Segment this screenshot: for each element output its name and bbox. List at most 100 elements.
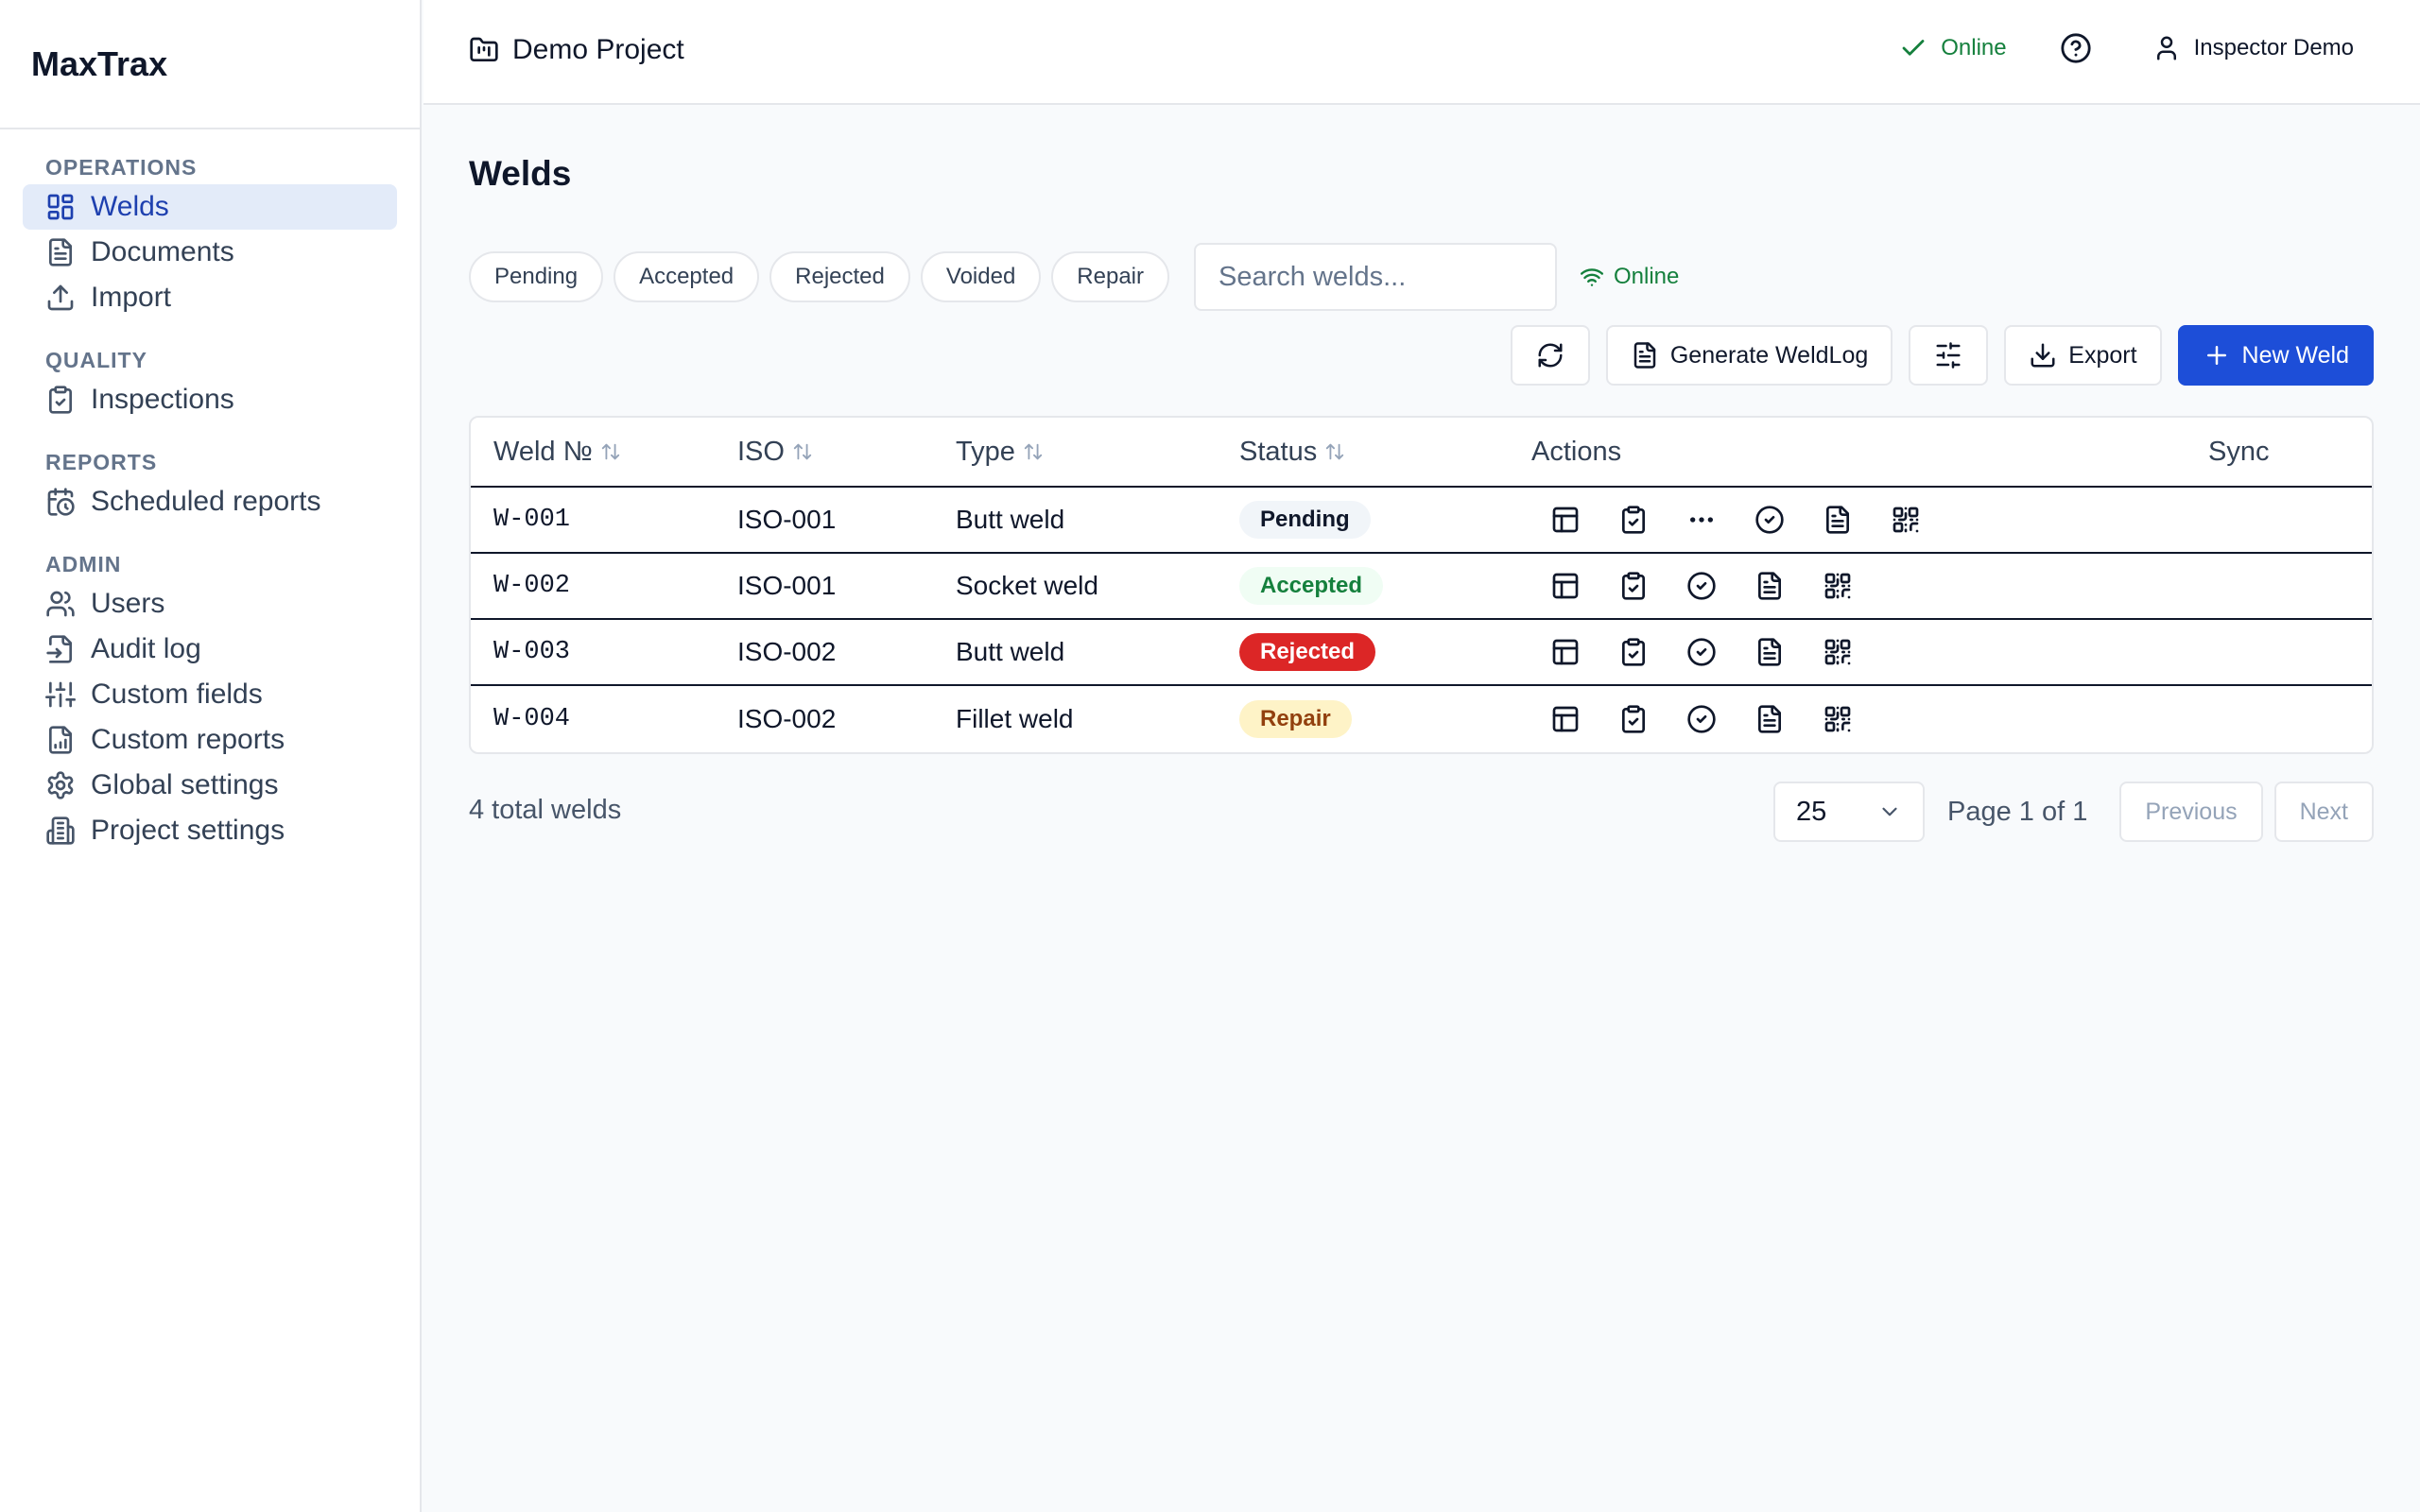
row-action-check-circle[interactable]: [1668, 571, 1736, 601]
clipboard-check-icon: [49, 386, 72, 414]
row-action-clipboard-check[interactable]: [1599, 571, 1668, 601]
nav-section-title: REPORTS: [45, 450, 158, 474]
row-action-clipboard-check[interactable]: [1599, 505, 1668, 535]
new-weld-button[interactable]: New Weld: [2177, 325, 2374, 386]
sidebar-item-audit-log[interactable]: Audit log: [23, 627, 397, 672]
sort-icon: [1024, 443, 1043, 460]
table-row[interactable]: W-003 ISO-002 Butt weld Rejected: [471, 620, 2372, 686]
row-action-clipboard-check[interactable]: [1599, 704, 1668, 734]
sort-icon: [1326, 443, 1344, 460]
sidebar-item-inspections[interactable]: Inspections: [23, 377, 397, 422]
refresh-button[interactable]: [1510, 325, 1590, 386]
filter-voided[interactable]: Voided: [920, 251, 1042, 302]
check-circle-icon: [1687, 572, 1716, 600]
check-circle-icon: [1687, 705, 1716, 733]
table-row[interactable]: W-001 ISO-001 Butt weld Pending: [471, 488, 2372, 554]
row-action-table[interactable]: [1531, 704, 1599, 734]
row-action-table[interactable]: [1531, 571, 1599, 601]
next-button[interactable]: Next: [2273, 782, 2374, 842]
filter-repair[interactable]: Repair: [1051, 251, 1169, 302]
project-name: Demo Project: [512, 34, 684, 65]
weld-number[interactable]: W-002: [471, 572, 737, 600]
page-size-select[interactable]: 25: [1772, 782, 1925, 842]
row-action-clipboard-check[interactable]: [1599, 637, 1668, 667]
column-settings-button[interactable]: [1909, 325, 1989, 386]
type-cell: Butt weld: [956, 637, 1065, 666]
document-icon: [1758, 705, 1781, 733]
sidebar: MaxTrax OPERATIONS Welds Documents Impor…: [0, 0, 422, 1512]
filter-rejected[interactable]: Rejected: [769, 251, 910, 302]
table-row[interactable]: W-002 ISO-001 Socket weld Accepted: [471, 554, 2372, 620]
row-action-more[interactable]: [1668, 505, 1736, 535]
user-name: Inspector Demo: [2193, 35, 2354, 60]
sidebar-item-custom-reports[interactable]: Custom reports: [23, 717, 397, 763]
sidebar-item-label: Project settings: [91, 815, 285, 846]
column-header-status[interactable]: Status: [1239, 437, 1531, 468]
generate-weldlog-button[interactable]: Generate WeldLog: [1605, 325, 1893, 386]
status-filters: Pending Accepted Rejected Voided Repair …: [469, 243, 1679, 311]
row-action-check-circle[interactable]: [1736, 505, 1804, 535]
row-action-document[interactable]: [1736, 637, 1804, 667]
weld-number[interactable]: W-003: [471, 638, 737, 666]
row-action-qr-code[interactable]: [1872, 505, 1940, 535]
weld-number[interactable]: W-004: [471, 705, 737, 733]
sidebar-item-import[interactable]: Import: [23, 275, 397, 320]
table-icon: [1552, 573, 1579, 599]
row-action-qr-code[interactable]: [1804, 571, 1872, 601]
type-cell: Socket weld: [956, 571, 1098, 600]
user-menu[interactable]: Inspector Demo: [2152, 34, 2354, 62]
export-label: Export: [2068, 341, 2137, 369]
sidebar-item-label: Documents: [91, 236, 234, 267]
column-header-iso[interactable]: ISO: [737, 437, 956, 468]
sidebar-item-project-settings[interactable]: Project settings: [23, 808, 397, 853]
row-action-table[interactable]: [1531, 505, 1599, 535]
sidebar-item-users[interactable]: Users: [23, 581, 397, 627]
welds-table: Weld № ISO Type Status Actions Sync W-00…: [469, 416, 2374, 754]
refresh-icon: [1538, 343, 1563, 368]
document-icon: [1826, 506, 1849, 534]
row-action-qr-code[interactable]: [1804, 637, 1872, 667]
user-icon: [2156, 36, 2176, 60]
clipboard-check-icon: [1622, 506, 1645, 534]
filter-accepted[interactable]: Accepted: [614, 251, 760, 302]
help-icon[interactable]: [2060, 32, 2092, 64]
table-icon: [1552, 639, 1579, 665]
nav-section-title: QUALITY: [45, 348, 147, 372]
row-action-document[interactable]: [1736, 704, 1804, 734]
actions-cell: [1531, 505, 2208, 535]
sidebar-item-documents[interactable]: Documents: [23, 230, 397, 275]
sidebar-item-global-settings[interactable]: Global settings: [23, 763, 397, 808]
sidebar-item-welds[interactable]: Welds: [23, 184, 397, 230]
search-input[interactable]: Search welds...: [1194, 243, 1557, 311]
clipboard-check-icon: [1622, 705, 1645, 733]
sidebar-item-label: Import: [91, 282, 172, 313]
table-icon: [1552, 706, 1579, 732]
column-header-weld[interactable]: Weld №: [471, 437, 737, 468]
total-count: 4 total welds: [469, 795, 622, 825]
row-action-check-circle[interactable]: [1668, 637, 1736, 667]
sidebar-item-scheduled-reports[interactable]: Scheduled reports: [23, 479, 397, 524]
row-action-table[interactable]: [1531, 637, 1599, 667]
row-action-qr-code[interactable]: [1804, 704, 1872, 734]
row-action-check-circle[interactable]: [1668, 704, 1736, 734]
sidebar-item-custom-fields[interactable]: Custom fields: [23, 672, 397, 717]
column-header-label: ISO: [737, 436, 785, 467]
users-icon: [46, 591, 75, 617]
export-button[interactable]: Export: [2004, 325, 2162, 386]
row-action-document[interactable]: [1736, 571, 1804, 601]
page-title: Welds: [469, 154, 572, 193]
row-action-document[interactable]: [1804, 505, 1872, 535]
type-cell: Fillet weld: [956, 704, 1074, 733]
previous-button[interactable]: Previous: [2119, 782, 2263, 842]
table-row[interactable]: W-004 ISO-002 Fillet weld Repair: [471, 686, 2372, 752]
connection-status-label: Online: [1941, 35, 2007, 60]
iso-cell: ISO-001: [737, 505, 837, 534]
pagination: 25 Page 1 of 1 Previous Next: [1772, 782, 2374, 842]
weld-number[interactable]: W-001: [471, 506, 737, 534]
filter-pending[interactable]: Pending: [469, 251, 604, 302]
project-selector[interactable]: Demo Project: [469, 34, 684, 66]
folder-icon: [470, 37, 498, 61]
column-header-type[interactable]: Type: [956, 437, 1239, 468]
sidebar-item-label: Custom reports: [91, 724, 285, 755]
chevron-down-icon: [1882, 807, 1897, 816]
